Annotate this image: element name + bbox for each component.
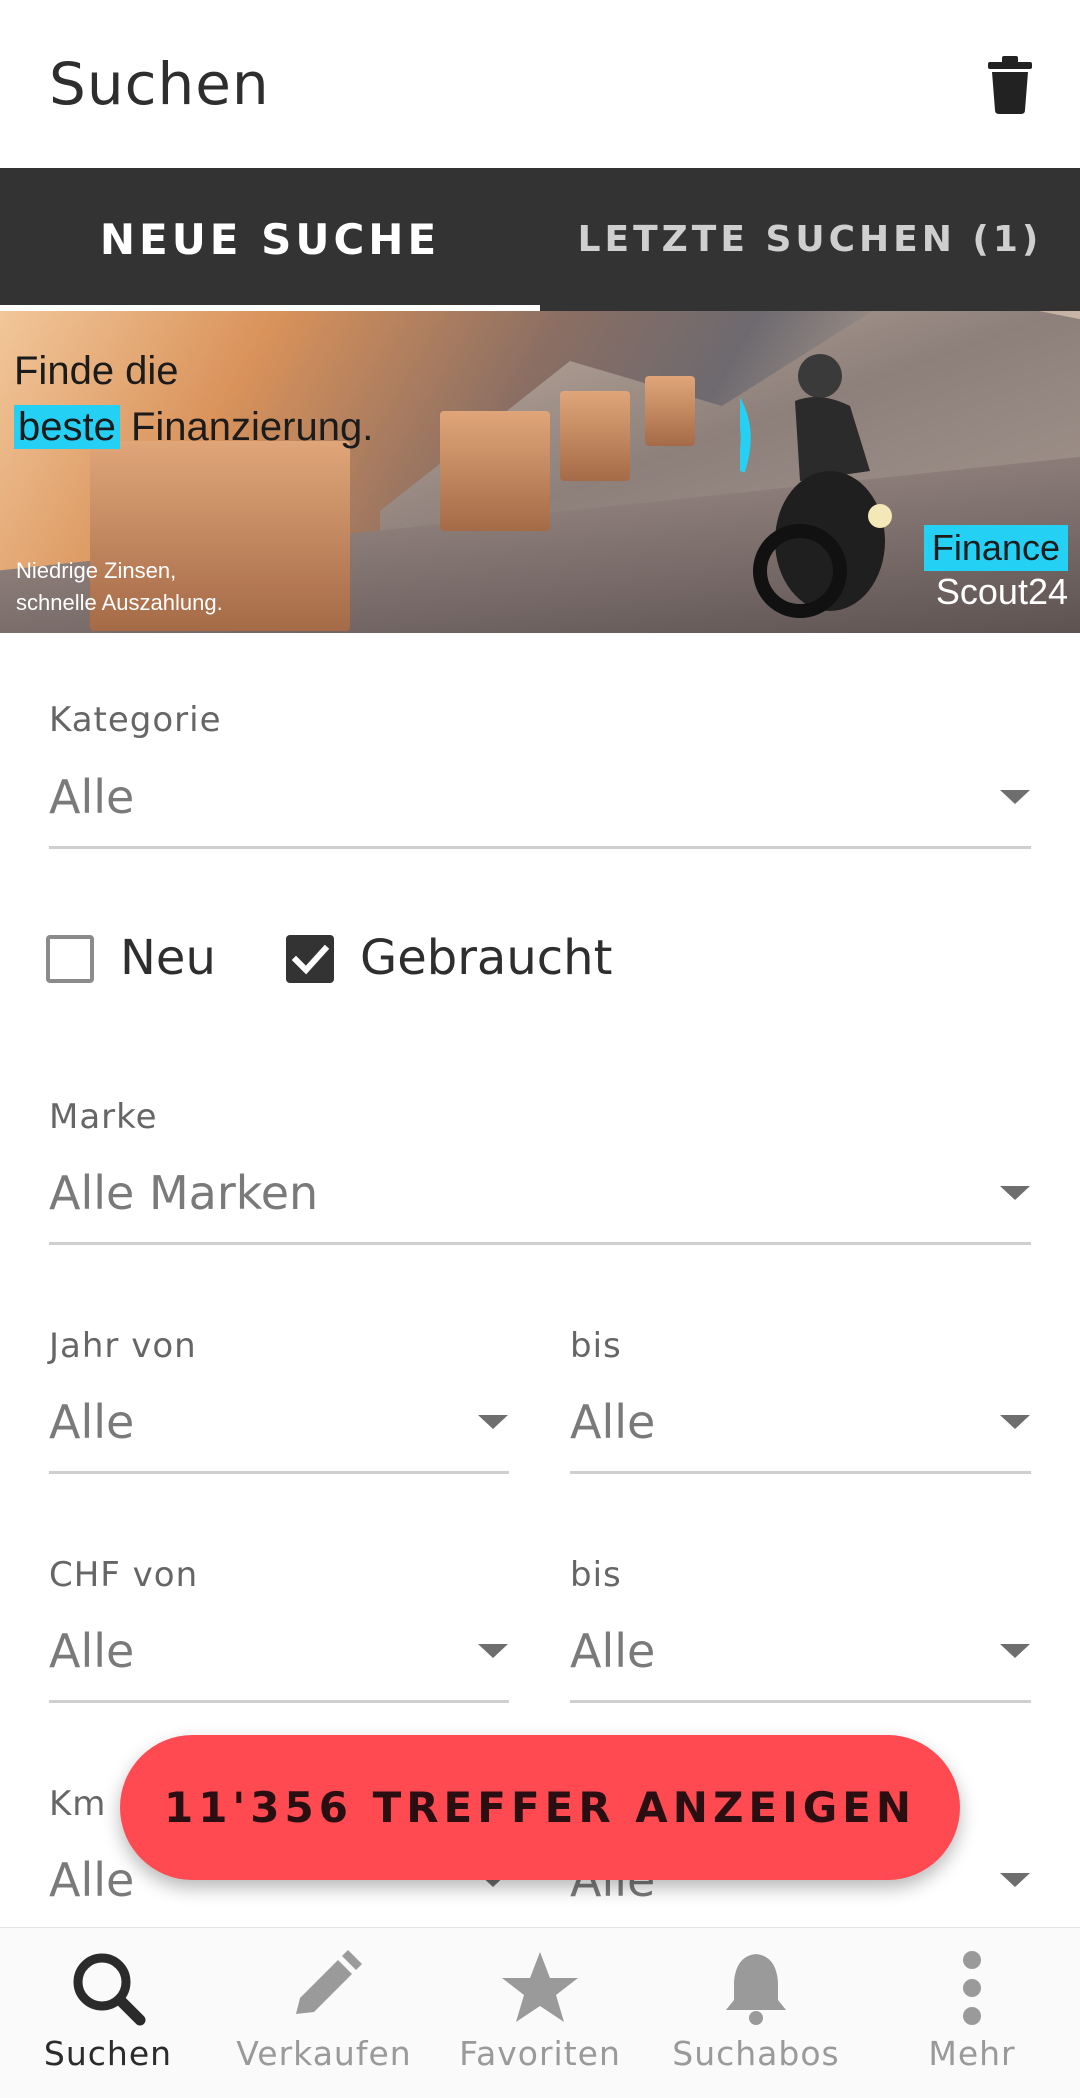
tab-bar: NEUE SUCHE LETZTE SUCHEN (1) xyxy=(0,168,1080,311)
gebraucht-label[interactable]: Gebraucht xyxy=(360,930,612,986)
jahr-von-select[interactable]: Alle xyxy=(49,1395,134,1449)
chf-bis-label: bis xyxy=(570,1555,622,1595)
motorcycle-rider-image xyxy=(740,354,892,618)
jahr-von-label: Jahr von xyxy=(49,1326,197,1366)
nav-item-suchabos[interactable]: Suchabos xyxy=(648,1928,864,2098)
chevron-down-icon[interactable] xyxy=(1000,1873,1030,1887)
tab-neue-suche[interactable]: NEUE SUCHE xyxy=(0,168,540,311)
nav-label: Suchen xyxy=(43,2034,173,2073)
chevron-down-icon[interactable] xyxy=(1000,1644,1030,1658)
more-vertical-icon xyxy=(963,1951,981,2025)
marke-select[interactable]: Alle Marken xyxy=(49,1166,318,1220)
km-von-label: Km xyxy=(49,1784,107,1824)
chevron-down-icon[interactable] xyxy=(478,1415,508,1429)
chf-von-select[interactable]: Alle xyxy=(49,1624,134,1678)
kategorie-underline xyxy=(49,846,1031,849)
km-von-select[interactable]: Alle xyxy=(49,1853,134,1907)
tab-letzte-suchen[interactable]: LETZTE SUCHEN (1) xyxy=(540,168,1080,311)
banner-subline: Niedrige Zinsen, schnelle Auszahlung. xyxy=(16,558,223,615)
kategorie-label: Kategorie xyxy=(49,700,222,740)
trash-icon[interactable] xyxy=(988,56,1032,114)
tab-label: LETZTE SUCHEN (1) xyxy=(577,219,1043,260)
bottom-navigation: Suchen Verkaufen Favoriten Suchabos Mehr xyxy=(0,1927,1080,2098)
ad-banner[interactable]: Finde die beste Finanzierung. Niedrige Z… xyxy=(0,311,1080,633)
marke-label: Marke xyxy=(49,1097,158,1137)
jahr-von-underline xyxy=(49,1471,509,1474)
financescout24-logo: Finance Scout24 xyxy=(923,525,1068,613)
chevron-down-icon[interactable] xyxy=(1000,1186,1030,1200)
chevron-down-icon[interactable] xyxy=(1000,790,1030,804)
chf-bis-select[interactable]: Alle xyxy=(570,1624,655,1678)
jahr-bis-select[interactable]: Alle xyxy=(570,1395,655,1449)
jahr-bis-label: bis xyxy=(570,1326,622,1366)
nav-item-mehr[interactable]: Mehr xyxy=(864,1928,1080,2098)
chf-von-underline xyxy=(49,1700,509,1703)
chf-von-label: CHF von xyxy=(49,1555,199,1595)
nav-item-favoriten[interactable]: Favoriten xyxy=(432,1928,648,2098)
page-title: Suchen xyxy=(49,50,270,118)
pencil-icon xyxy=(296,1950,362,2014)
checkmark-icon xyxy=(291,944,330,975)
neu-checkbox[interactable] xyxy=(46,935,94,983)
nav-item-verkaufen[interactable]: Verkaufen xyxy=(216,1928,432,2098)
show-results-button[interactable]: 11'356 TREFFER ANZEIGEN xyxy=(120,1735,960,1880)
chevron-down-icon[interactable] xyxy=(478,1644,508,1658)
nav-label: Favoriten xyxy=(459,2034,621,2073)
app-bar: Suchen xyxy=(0,0,1080,168)
tab-label: NEUE SUCHE xyxy=(99,215,441,264)
nav-label: Mehr xyxy=(928,2034,1016,2073)
gebraucht-checkbox[interactable] xyxy=(286,935,334,983)
jahr-bis-underline xyxy=(570,1471,1031,1474)
kategorie-select[interactable]: Alle xyxy=(49,770,134,824)
search-icon xyxy=(73,1953,146,2026)
marke-underline xyxy=(49,1242,1031,1245)
neu-label[interactable]: Neu xyxy=(120,930,216,986)
nav-label: Suchabos xyxy=(672,2034,840,2073)
star-icon xyxy=(502,1952,578,2022)
chf-bis-underline xyxy=(570,1700,1031,1703)
nav-item-suchen[interactable]: Suchen xyxy=(0,1928,216,2098)
banner-headline: Finde die beste Finanzierung. xyxy=(14,349,374,449)
nav-label: Verkaufen xyxy=(236,2034,412,2073)
bell-icon xyxy=(726,1954,786,2025)
chevron-down-icon[interactable] xyxy=(1000,1415,1030,1429)
show-results-label: 11'356 TREFFER ANZEIGEN xyxy=(163,1783,917,1832)
